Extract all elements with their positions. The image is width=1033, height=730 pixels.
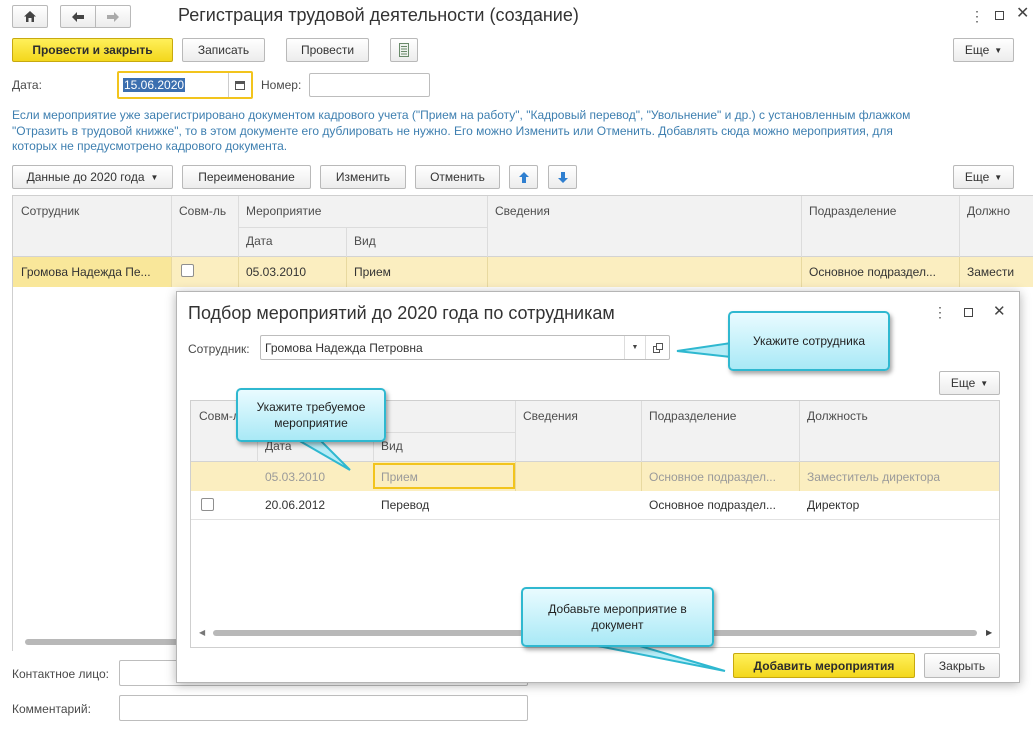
callout-pointer-add [597,645,726,672]
callout-pointer-event [294,439,351,471]
callout-employee: Укажите сотрудника [728,311,890,371]
callout-pointer-employee [676,341,732,359]
callout-add: Добавьте мероприятие в документ [521,587,714,647]
callout-event: Укажите требуемое мероприятие [236,388,386,442]
